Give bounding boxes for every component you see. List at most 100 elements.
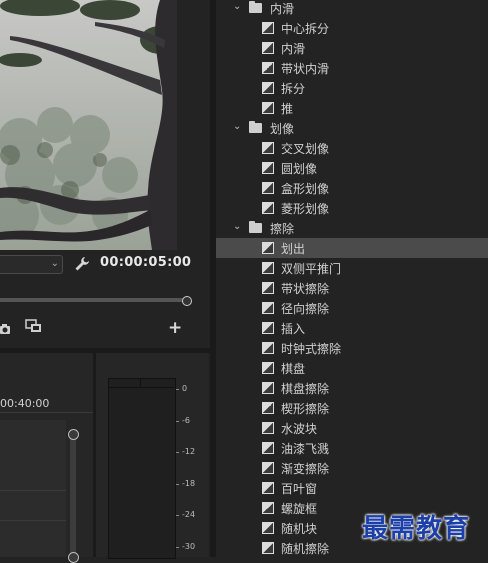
effect-label: 拆分 <box>281 82 306 96</box>
transition-effect-icon <box>262 202 274 214</box>
transition-effect-icon <box>262 422 274 434</box>
effect-item[interactable]: 交叉划像 <box>216 138 488 158</box>
transition-effect-icon <box>262 362 274 374</box>
effect-label: 百叶窗 <box>281 482 318 496</box>
effect-item[interactable]: 楔形擦除 <box>216 398 488 418</box>
effect-item[interactable]: 时钟式擦除 <box>216 338 488 358</box>
transition-effect-icon <box>262 322 274 334</box>
scrub-end-handle[interactable] <box>182 296 192 306</box>
effect-label: 楔形擦除 <box>281 402 330 416</box>
watermark: 最需教育 <box>362 514 471 544</box>
transition-effect-icon <box>262 22 274 34</box>
transition-effect-icon <box>262 382 274 394</box>
chevron-down-icon: ⌄ <box>50 258 59 269</box>
folder-icon <box>249 1 262 13</box>
meter-tick <box>176 420 179 422</box>
effect-item[interactable]: 百叶窗 <box>216 478 488 498</box>
meter-db-label: -30 <box>182 541 196 551</box>
scrollbar-top-handle[interactable] <box>68 429 79 440</box>
effect-item[interactable]: 棋盘 <box>216 358 488 378</box>
chevron-down-icon[interactable]: ⌄ <box>233 1 241 12</box>
effects-folder-1[interactable]: ⌄ 划像 <box>216 118 488 138</box>
transition-effect-icon <box>262 262 274 274</box>
multi-camera-icon[interactable] <box>25 319 45 335</box>
effect-label: 划出 <box>281 242 306 256</box>
effect-item[interactable]: 内滑 <box>216 38 488 58</box>
track-divider <box>0 520 66 521</box>
effect-label: 盒形划像 <box>281 182 330 196</box>
playhead-timecode[interactable]: 00:00:05:00 <box>100 255 191 270</box>
effect-item[interactable]: 渐变擦除 <box>216 458 488 478</box>
audio-meter-peak-indicators[interactable] <box>108 378 174 388</box>
transition-effect-icon <box>262 162 274 174</box>
transition-effect-icon <box>262 42 274 54</box>
effect-label: 油漆飞溅 <box>281 442 330 456</box>
camera-icon[interactable] <box>0 320 10 334</box>
transition-effect-icon <box>262 442 274 454</box>
effect-item[interactable]: 双侧平推门 <box>216 258 488 278</box>
monitor-scrub-bar[interactable] <box>0 298 186 302</box>
effect-label: 螺旋框 <box>281 502 318 516</box>
meter-db-label: -12 <box>182 447 196 456</box>
scrollbar-bottom-handle[interactable] <box>68 552 79 563</box>
effect-label: 棋盘 <box>281 362 306 376</box>
timeline-vertical-scrollbar[interactable] <box>70 430 76 557</box>
effect-item[interactable]: 带状内滑 <box>216 58 488 78</box>
transition-effect-icon <box>262 102 274 114</box>
transition-effect-icon <box>262 342 274 354</box>
effect-item[interactable]: 划出 <box>216 238 488 258</box>
effect-label: 径向擦除 <box>281 302 330 316</box>
timeline-ruler[interactable] <box>0 412 93 413</box>
tree-image <box>0 0 177 250</box>
fit-dropdown[interactable]: ⌄ <box>0 255 63 274</box>
effect-label: 插入 <box>281 322 306 336</box>
meter-tick <box>176 452 179 453</box>
transition-effect-icon <box>262 142 274 154</box>
transition-effect-icon <box>262 302 274 314</box>
effect-label: 带状内滑 <box>281 62 330 76</box>
effect-label: 交叉划像 <box>281 142 330 156</box>
effect-item[interactable]: 带状擦除 <box>216 278 488 298</box>
effect-label: 菱形划像 <box>281 202 330 216</box>
transition-effect-icon <box>262 182 274 194</box>
effect-label: 渐变擦除 <box>281 462 330 476</box>
audio-meter-bars <box>108 378 176 559</box>
chevron-down-icon[interactable]: ⌄ <box>233 221 241 232</box>
effect-label: 圆划像 <box>281 162 318 176</box>
folder-icon <box>249 121 262 133</box>
timeline-ruler-label: 00:40:00 <box>0 397 50 410</box>
chevron-down-icon[interactable]: ⌄ <box>233 121 241 132</box>
transition-effect-icon <box>262 82 274 94</box>
effect-label: 双侧平推门 <box>281 262 342 276</box>
effects-folder-2[interactable]: ⌄ 擦除 <box>216 218 488 238</box>
effect-item[interactable]: 拆分 <box>216 78 488 98</box>
meter-tick <box>176 389 179 390</box>
transition-effect-icon <box>262 522 274 534</box>
folder-label: 擦除 <box>270 222 295 236</box>
transition-effect-icon <box>262 502 274 514</box>
effect-label: 随机擦除 <box>281 542 330 556</box>
effect-item[interactable]: 插入 <box>216 318 488 338</box>
effect-item[interactable]: 菱形划像 <box>216 198 488 218</box>
track-divider <box>0 490 66 491</box>
wrench-icon[interactable] <box>74 256 90 272</box>
transition-effect-icon <box>262 462 274 474</box>
effects-folder-0[interactable]: ⌄ 内滑 <box>216 0 488 18</box>
meter-tick <box>176 515 179 516</box>
effect-item[interactable]: 中心拆分 <box>216 18 488 38</box>
transition-effect-icon <box>262 482 274 494</box>
effect-item[interactable]: 推 <box>216 98 488 118</box>
effect-item[interactable]: 油漆飞溅 <box>216 438 488 458</box>
effect-item[interactable]: 径向擦除 <box>216 298 488 318</box>
timeline-tracks[interactable] <box>0 420 66 557</box>
plus-icon[interactable]: + <box>168 318 182 338</box>
transition-effect-icon <box>262 402 274 414</box>
effect-item[interactable]: 盒形划像 <box>216 178 488 198</box>
video-preview[interactable] <box>0 0 177 250</box>
meter-db-label: -18 <box>182 478 196 488</box>
effect-label: 带状擦除 <box>281 282 330 296</box>
effect-item[interactable]: 圆划像 <box>216 158 488 178</box>
effect-item[interactable]: 水波块 <box>216 418 488 438</box>
effect-item[interactable]: 棋盘擦除 <box>216 378 488 398</box>
folder-label: 划像 <box>270 122 295 136</box>
